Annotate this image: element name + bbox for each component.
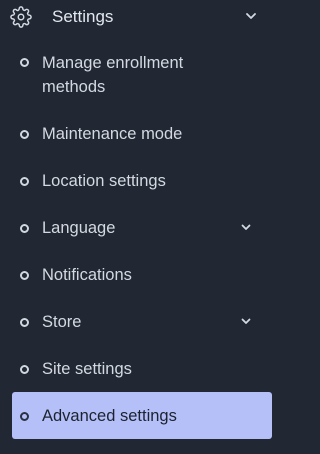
- menu-item-label: Language: [42, 219, 116, 237]
- menu-item-location-settings[interactable]: Location settings: [12, 169, 272, 193]
- menu-item-label: Store: [42, 313, 82, 331]
- menu-item-label: Site settings: [42, 360, 132, 378]
- menu-item-label: Advanced settings: [42, 407, 177, 425]
- menu-item-label: Notifications: [42, 266, 132, 284]
- menu-item-notifications[interactable]: Notifications: [12, 263, 272, 287]
- menu-item-manage-enrollment-methods[interactable]: Manage enrollment methods: [12, 51, 272, 99]
- menu-item-label: Location settings: [42, 172, 166, 190]
- chevron-down-icon[interactable]: [240, 221, 252, 233]
- settings-header-label: Settings: [52, 7, 114, 26]
- menu-item-site-settings[interactable]: Site settings: [12, 357, 272, 381]
- chevron-down-icon[interactable]: [240, 315, 252, 327]
- settings-menu: Settings Manage enrollment methods Maint…: [0, 0, 272, 454]
- menu-item-maintenance-mode[interactable]: Maintenance mode: [12, 122, 272, 146]
- circle-bullet-icon: [20, 365, 29, 374]
- menu-item-label: Maintenance mode: [42, 125, 183, 143]
- circle-bullet-icon: [20, 271, 29, 280]
- chevron-down-icon[interactable]: [244, 9, 258, 23]
- circle-bullet-icon: [20, 58, 29, 67]
- circle-bullet-icon: [20, 177, 29, 186]
- menu-item-language[interactable]: Language: [12, 216, 272, 240]
- settings-header[interactable]: Settings: [0, 0, 272, 34]
- menu-item-store[interactable]: Store: [12, 310, 272, 334]
- circle-bullet-icon: [20, 224, 29, 233]
- circle-bullet-icon: [20, 318, 29, 327]
- circle-bullet-icon: [20, 130, 29, 139]
- menu-item-label: Manage enrollment methods: [42, 54, 184, 96]
- circle-bullet-icon: [20, 412, 29, 421]
- gear-icon: [10, 6, 32, 28]
- menu-item-advanced-settings[interactable]: Advanced settings: [12, 392, 272, 439]
